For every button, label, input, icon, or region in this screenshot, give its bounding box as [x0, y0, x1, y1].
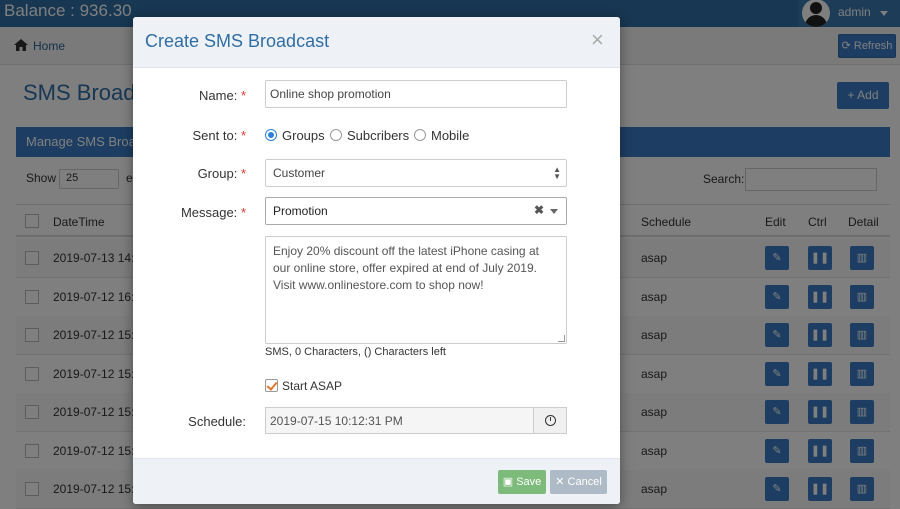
message-textarea[interactable]: Enjoy 20% discount off the latest iPhone… — [265, 236, 567, 344]
close-icon[interactable]: × — [591, 29, 604, 51]
group-select[interactable]: Customer ▲ ▼ — [265, 159, 567, 187]
name-label: Name: * — [199, 88, 246, 103]
group-select-value: Customer — [273, 166, 326, 180]
schedule-input[interactable]: 2019-07-15 10:12:31 PM — [265, 407, 533, 434]
create-sms-broadcast-dialog: Create SMS Broadcast × Name: * Sent to: … — [133, 17, 620, 504]
clock-icon — [545, 415, 556, 426]
dialog-title: Create SMS Broadcast — [145, 31, 330, 51]
sms-character-count: SMS, 0 Characters, () Characters left — [265, 346, 446, 358]
schedule-value: 2019-07-15 10:12:31 PM — [270, 414, 403, 428]
mobile-radio-label[interactable]: Mobile — [431, 128, 469, 143]
message-label: Message: * — [180, 205, 246, 220]
close-x-icon: ✕ — [555, 476, 565, 488]
groups-radio-label[interactable]: Groups — [282, 128, 325, 143]
resize-handle-icon[interactable] — [558, 335, 565, 342]
dialog-footer: ▣ Save ✕ Cancel — [133, 458, 620, 504]
schedule-label: Schedule: — [188, 414, 246, 429]
save-icon: ▣ — [502, 476, 514, 488]
mobile-radio[interactable] — [414, 129, 426, 141]
cancel-label: Cancel — [567, 476, 602, 488]
name-input[interactable] — [265, 80, 567, 108]
cancel-button[interactable]: ✕ Cancel — [550, 470, 607, 494]
start-asap-label[interactable]: Start ASAP — [282, 379, 342, 393]
updown-arrows-icon: ▲ ▼ — [553, 165, 561, 181]
clear-icon[interactable]: ✖ — [534, 203, 544, 217]
start-asap-checkbox[interactable] — [265, 379, 278, 392]
groups-radio[interactable] — [265, 129, 277, 141]
message-select[interactable]: Promotion ✖ — [265, 197, 567, 225]
save-label: Save — [516, 476, 542, 488]
save-button[interactable]: ▣ Save — [498, 470, 546, 494]
sent-to-label: Sent to: * — [192, 128, 247, 143]
dialog-header: Create SMS Broadcast × — [133, 17, 620, 68]
datetime-picker-button[interactable] — [533, 407, 567, 434]
chevron-down-icon[interactable] — [550, 209, 558, 214]
message-select-value: Promotion — [273, 204, 328, 218]
subscribers-radio[interactable] — [330, 129, 342, 141]
group-label: Group: * — [197, 166, 246, 181]
subscribers-radio-label[interactable]: Subcribers — [347, 128, 409, 143]
message-text: Enjoy 20% discount off the latest iPhone… — [273, 244, 539, 292]
